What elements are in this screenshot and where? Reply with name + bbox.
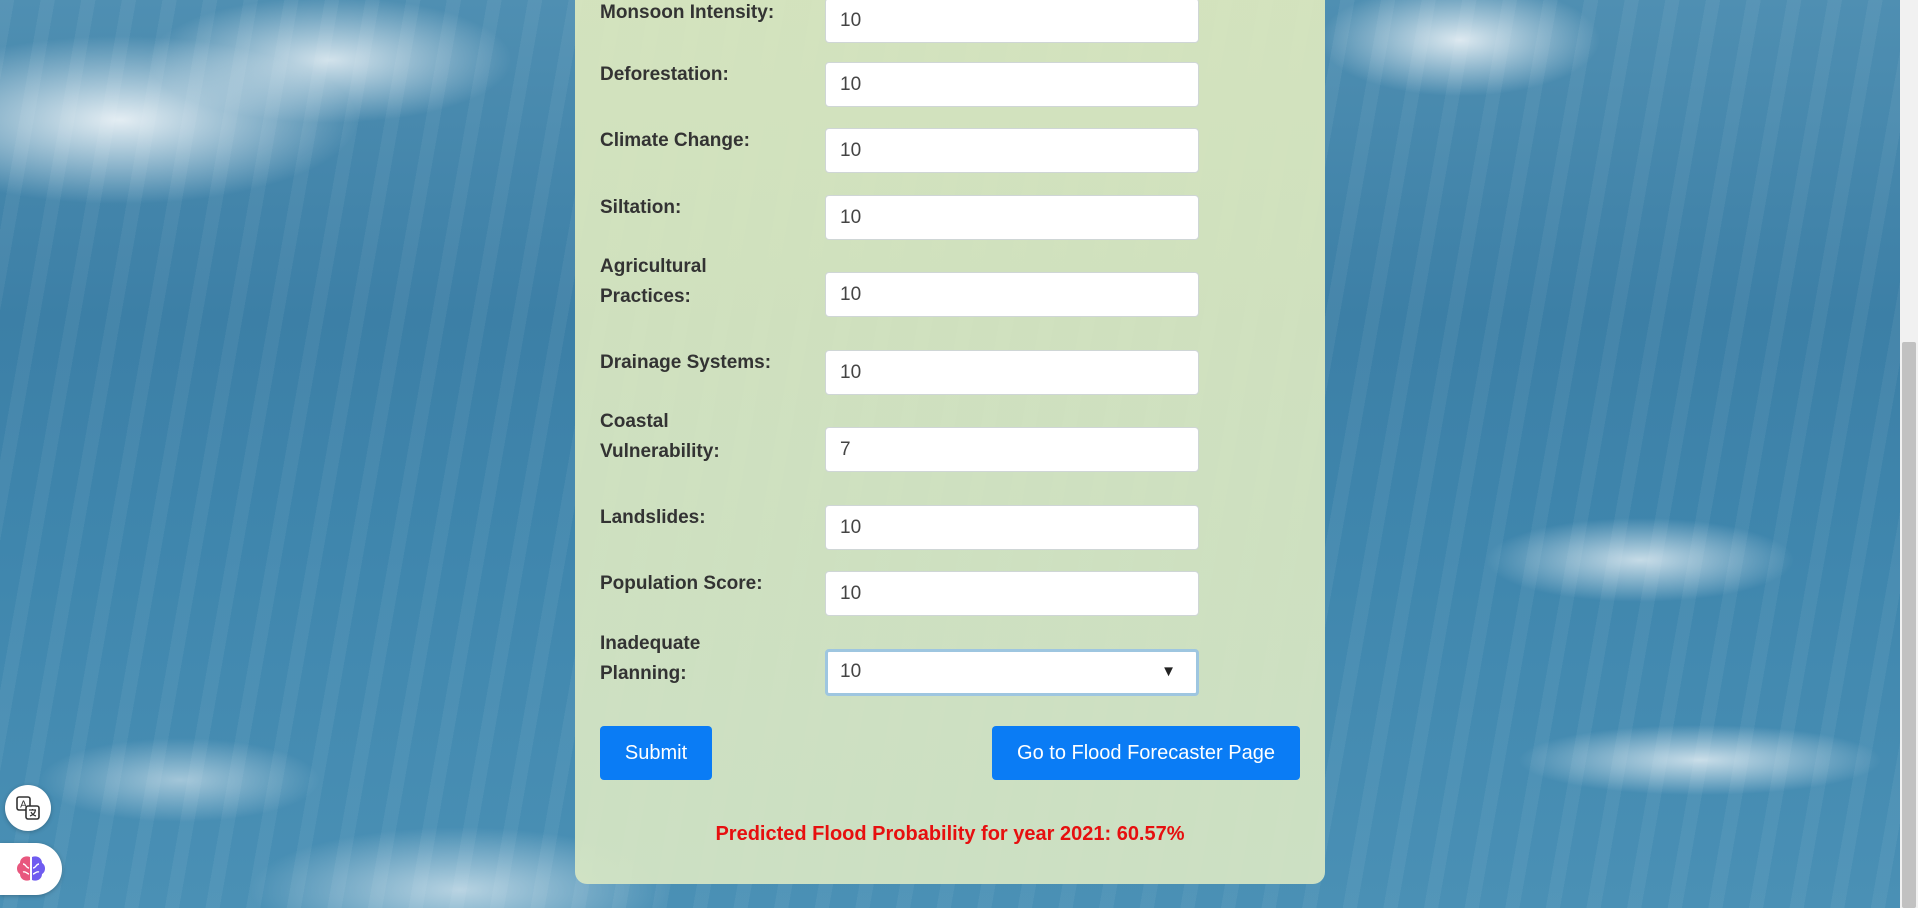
assistant-button[interactable] bbox=[0, 843, 62, 895]
population-score-input[interactable]: 10 bbox=[825, 571, 1199, 616]
climate-change-input[interactable]: 10 bbox=[825, 128, 1199, 173]
landslides-label: Landslides: bbox=[600, 507, 706, 528]
prediction-result: Predicted Flood Probability for year 202… bbox=[715, 823, 1185, 845]
flood-forecaster-button[interactable]: Go to Flood Forecaster Page bbox=[992, 726, 1300, 780]
coastal-vulnerability-label: Coastal Vulnerability: bbox=[600, 411, 720, 462]
agricultural-practices-input[interactable]: 10 bbox=[825, 272, 1199, 317]
landslides-input[interactable]: 10 bbox=[825, 505, 1199, 550]
translate-icon: A bbox=[16, 796, 40, 820]
climate-change-label: Climate Change: bbox=[600, 130, 750, 151]
siltation-label: Siltation: bbox=[600, 197, 682, 218]
inadequate-planning-value: 10 bbox=[840, 661, 862, 682]
inadequate-planning-select[interactable]: 10 ▼ bbox=[825, 649, 1199, 696]
submit-button[interactable]: Submit bbox=[600, 726, 712, 780]
deforestation-input[interactable]: 10 bbox=[825, 62, 1199, 107]
drainage-systems-input[interactable]: 10 bbox=[825, 350, 1199, 395]
dropdown-arrow-icon: ▼ bbox=[1161, 663, 1176, 680]
coastal-vulnerability-input[interactable]: 7 bbox=[825, 427, 1199, 472]
brain-icon bbox=[17, 856, 45, 881]
agricultural-practices-label: Agricultural Practices: bbox=[600, 256, 707, 307]
deforestation-label: Deforestation: bbox=[600, 64, 729, 85]
page-scrollbar[interactable] bbox=[1900, 0, 1918, 908]
translate-button[interactable]: A bbox=[5, 785, 51, 831]
inadequate-planning-label: Inadequate Planning: bbox=[600, 633, 701, 684]
siltation-input[interactable]: 10 bbox=[825, 195, 1199, 240]
scrollbar-thumb[interactable] bbox=[1902, 342, 1916, 908]
population-score-label: Population Score: bbox=[600, 573, 763, 594]
drainage-systems-label: Drainage Systems: bbox=[600, 352, 772, 373]
monsoon-intensity-input[interactable]: 10 bbox=[825, 0, 1199, 43]
monsoon-intensity-label: Monsoon Intensity: bbox=[600, 2, 775, 23]
flood-form-panel: Monsoon Intensity: 10 Deforestation: 10 … bbox=[575, 0, 1325, 884]
